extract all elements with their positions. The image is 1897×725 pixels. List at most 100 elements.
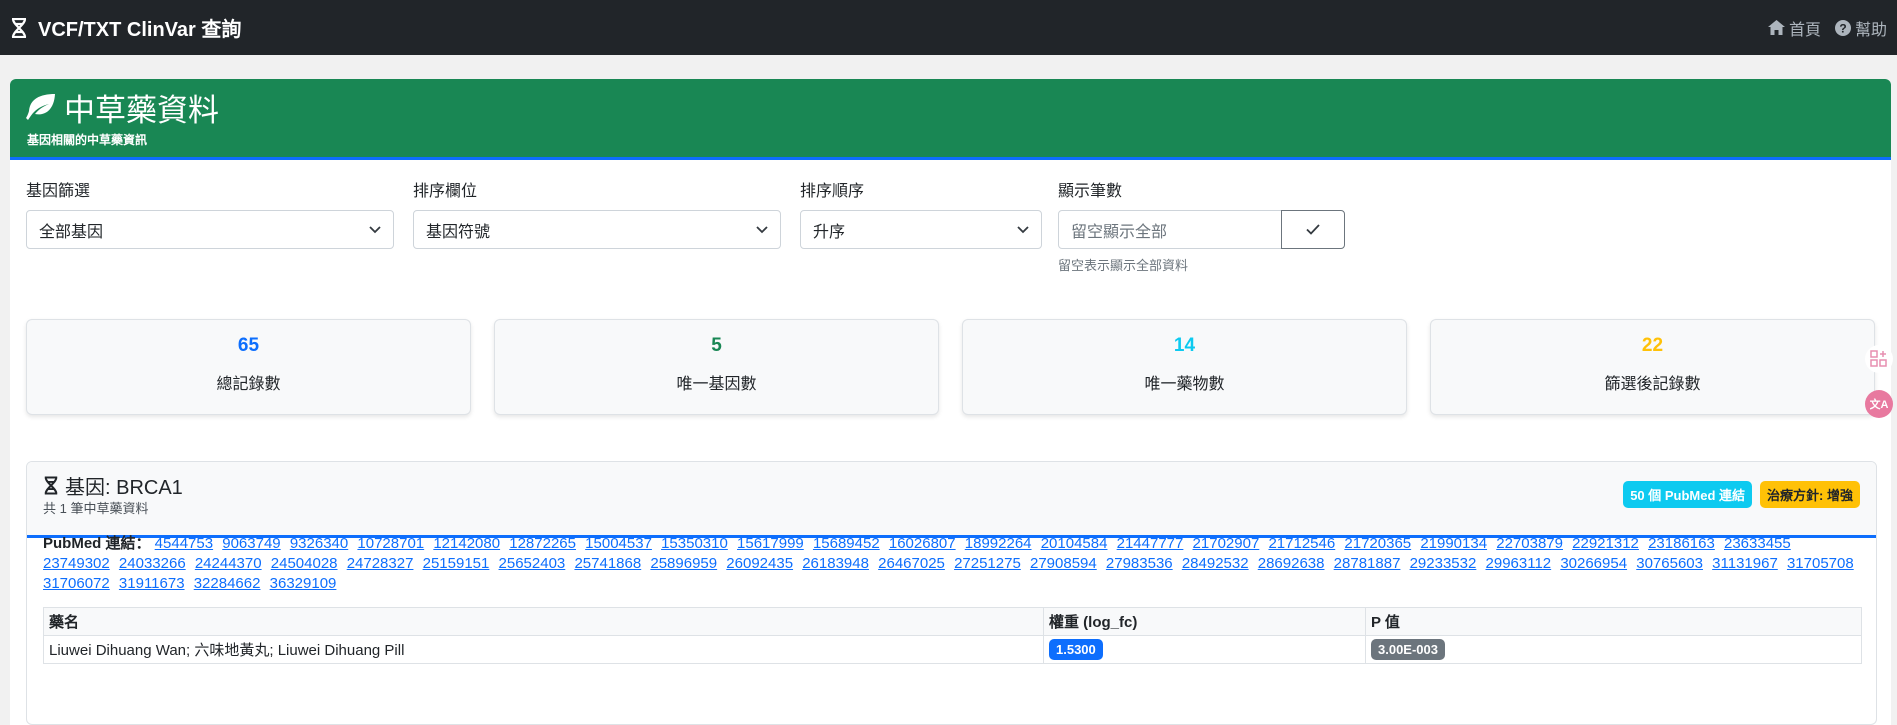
p-value-cell: 3.00E-003 bbox=[1365, 635, 1862, 664]
col-drug-name: 藥名 bbox=[43, 607, 1044, 636]
stat-label: 總記錄數 bbox=[216, 376, 281, 393]
pubmed-link[interactable]: 25652403 bbox=[499, 555, 566, 572]
navbar-brand[interactable]: VCF/TXT ClinVar 查詢 bbox=[10, 13, 241, 42]
sort-order-value: 升序 bbox=[813, 223, 846, 241]
pubmed-link[interactable]: 27908594 bbox=[1030, 555, 1097, 572]
table-header-row: 藥名 權重 (log_fc) P 值 bbox=[43, 607, 1862, 636]
pubmed-link[interactable]: 26467025 bbox=[878, 555, 945, 572]
pubmed-link[interactable]: 28492532 bbox=[1182, 555, 1249, 572]
pubmed-link[interactable]: 18992264 bbox=[965, 535, 1032, 552]
drug-table: 藥名 權重 (log_fc) P 值 Liuwei Dihuang Wan; 六… bbox=[43, 607, 1862, 664]
pubmed-link[interactable]: 23749302 bbox=[43, 555, 110, 572]
chevron-down-icon bbox=[1017, 225, 1029, 233]
stat-value: 14 bbox=[1173, 335, 1196, 356]
pubmed-link[interactable]: 20104584 bbox=[1041, 535, 1108, 552]
pubmed-link[interactable]: 24033266 bbox=[119, 555, 186, 572]
stat-value: 5 bbox=[711, 335, 722, 356]
stat-card-filtered: 22 篩選後記錄數 bbox=[1430, 319, 1875, 415]
pubmed-link[interactable]: 10728701 bbox=[357, 535, 424, 552]
record-count-input[interactable]: 留空顯示全部 bbox=[1058, 210, 1282, 249]
pubmed-link[interactable]: 28781887 bbox=[1334, 555, 1401, 572]
stat-label: 篩選後記錄數 bbox=[1604, 376, 1701, 393]
sort-field-value: 基因符號 bbox=[426, 223, 491, 241]
pubmed-link[interactable]: 24728327 bbox=[347, 555, 414, 572]
pubmed-link[interactable]: 4544753 bbox=[155, 535, 213, 552]
translate-icon[interactable]: 文A bbox=[1865, 390, 1893, 418]
p-value-badge: 3.00E-003 bbox=[1371, 639, 1445, 660]
pubmed-link[interactable]: 12142080 bbox=[433, 535, 500, 552]
pubmed-link[interactable]: 16026807 bbox=[889, 535, 956, 552]
pubmed-link[interactable]: 29963112 bbox=[1486, 555, 1552, 572]
navbar: VCF/TXT ClinVar 查詢 首頁 ? 幫助 bbox=[0, 0, 1897, 55]
stat-card-genes: 5 唯一基因數 bbox=[494, 319, 939, 415]
nav-home-label: 首頁 bbox=[1788, 21, 1821, 39]
sort-field-select[interactable]: 基因符號 bbox=[413, 210, 781, 249]
svg-text:文A: 文A bbox=[1870, 397, 1888, 411]
pubmed-link[interactable]: 31706072 bbox=[43, 575, 110, 592]
weight-cell: 1.5300 bbox=[1043, 635, 1366, 664]
pubmed-link[interactable]: 25159151 bbox=[423, 555, 490, 572]
pubmed-link[interactable]: 31131967 bbox=[1712, 555, 1778, 572]
pubmed-link[interactable]: 27251275 bbox=[954, 555, 1021, 572]
pubmed-link[interactable]: 28692638 bbox=[1258, 555, 1325, 572]
pubmed-link[interactable]: 22921312 bbox=[1572, 535, 1639, 552]
treatment-policy-badge: 治療方針: 增強 bbox=[1760, 481, 1860, 508]
pubmed-link[interactable]: 25896959 bbox=[650, 555, 717, 572]
pubmed-link[interactable]: 25741868 bbox=[574, 555, 641, 572]
pubmed-link[interactable]: 26183948 bbox=[802, 555, 869, 572]
pubmed-link[interactable]: 23633455 bbox=[1724, 535, 1791, 552]
sort-field-group: 排序欄位 基因符號 bbox=[413, 177, 781, 249]
pubmed-count-badge: 50 個 PubMed 連結 bbox=[1623, 481, 1753, 508]
pubmed-link[interactable]: 15689452 bbox=[813, 535, 880, 552]
apply-count-button[interactable] bbox=[1281, 210, 1345, 249]
chevron-down-icon bbox=[756, 225, 768, 233]
pubmed-link[interactable]: 22703879 bbox=[1496, 535, 1563, 552]
pubmed-link[interactable]: 21720365 bbox=[1344, 535, 1411, 552]
pubmed-link[interactable]: 9063749 bbox=[222, 535, 280, 552]
pubmed-link[interactable]: 32284662 bbox=[194, 575, 261, 592]
pubmed-link[interactable]: 15004537 bbox=[585, 535, 652, 552]
sort-order-select[interactable]: 升序 bbox=[800, 210, 1042, 249]
gene-title: 基因: BRCA1 bbox=[43, 471, 183, 500]
pubmed-link[interactable]: 36329109 bbox=[270, 575, 337, 592]
gene-filter-select[interactable]: 全部基因 bbox=[26, 210, 394, 249]
apps-add-icon[interactable] bbox=[1865, 345, 1893, 373]
home-icon bbox=[1767, 20, 1785, 35]
gene-filter-label: 基因篩選 bbox=[26, 183, 91, 200]
pubmed-link[interactable]: 27983536 bbox=[1106, 555, 1173, 572]
pubmed-link[interactable]: 15350310 bbox=[661, 535, 728, 552]
pubmed-link[interactable]: 30765603 bbox=[1636, 555, 1703, 572]
gene-header: 基因: BRCA1 共 1 筆中草藥資料 50 個 PubMed 連結 治療方針… bbox=[27, 462, 1876, 538]
pubmed-links: PubMed 連結： 4544753 9063749 9326340 10728… bbox=[43, 534, 1860, 594]
herbal-card: 中草藥資料 基因相關的中草藥資訊 基因篩選 全部基因 排序欄位 基因符號 排序順… bbox=[10, 79, 1891, 725]
pubmed-link[interactable]: 29233532 bbox=[1410, 555, 1477, 572]
pubmed-link[interactable]: 21447777 bbox=[1117, 535, 1184, 552]
pubmed-link[interactable]: 31911673 bbox=[119, 575, 185, 592]
pubmed-link[interactable]: 24244370 bbox=[195, 555, 262, 572]
pubmed-link[interactable]: 23186163 bbox=[1648, 535, 1715, 552]
question-circle-icon: ? bbox=[1834, 19, 1851, 36]
pubmed-link[interactable]: 31705708 bbox=[1787, 555, 1854, 572]
pubmed-link[interactable]: 30266954 bbox=[1560, 555, 1627, 572]
stat-label: 唯一基因數 bbox=[676, 376, 757, 393]
filter-bar: 基因篩選 全部基因 排序欄位 基因符號 排序順序 升序 顯示筆數 留空顯示全部 bbox=[26, 177, 1875, 277]
pubmed-link[interactable]: 15617999 bbox=[737, 535, 804, 552]
sort-order-label: 排序順序 bbox=[800, 183, 865, 200]
stat-card-total: 65 總記錄數 bbox=[26, 319, 471, 415]
pubmed-link[interactable]: 24504028 bbox=[271, 555, 338, 572]
pubmed-link[interactable]: 21990134 bbox=[1420, 535, 1487, 552]
page-subtitle: 基因相關的中草藥資訊 bbox=[27, 133, 148, 147]
sort-field-label: 排序欄位 bbox=[413, 183, 478, 200]
pubmed-link[interactable]: 9326340 bbox=[290, 535, 348, 552]
pubmed-link[interactable]: 26092435 bbox=[726, 555, 793, 572]
nav-help-label: 幫助 bbox=[1854, 21, 1887, 39]
pubmed-link[interactable]: 21702907 bbox=[1193, 535, 1260, 552]
pubmed-link[interactable]: 12872265 bbox=[509, 535, 576, 552]
sort-order-group: 排序順序 升序 bbox=[800, 177, 1042, 249]
col-p-value: P 值 bbox=[1365, 607, 1862, 636]
nav-help-link[interactable]: ? 幫助 bbox=[1834, 16, 1887, 40]
nav-home-link[interactable]: 首頁 bbox=[1767, 16, 1821, 40]
stat-value: 65 bbox=[237, 335, 260, 356]
pubmed-link[interactable]: 21712546 bbox=[1268, 535, 1335, 552]
stat-value: 22 bbox=[1641, 335, 1664, 356]
